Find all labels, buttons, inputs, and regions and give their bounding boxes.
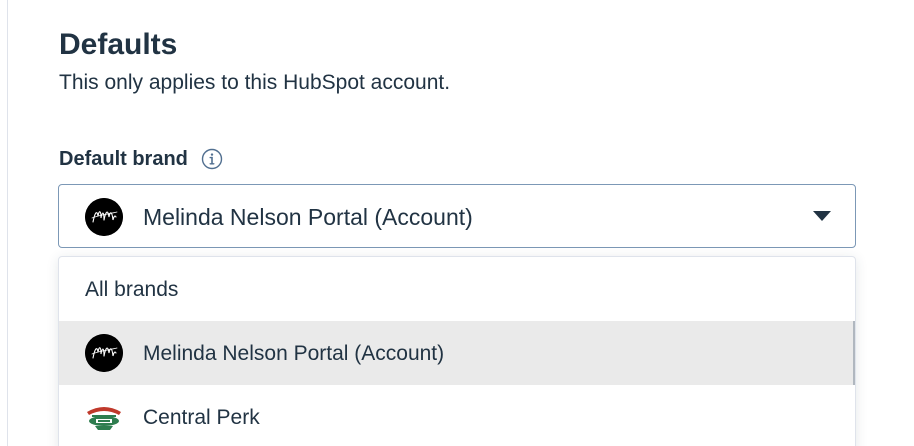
left-divider (7, 0, 8, 446)
selected-brand-value: Melinda Nelson Portal (Account) (143, 204, 473, 230)
default-brand-select[interactable]: Melinda Nelson Portal (Account) (58, 184, 856, 248)
option-all-brands[interactable]: All brands (59, 257, 855, 321)
option-label: All brands (85, 278, 179, 301)
option-label: Melinda Nelson Portal (Account) (143, 342, 445, 365)
default-brand-label: Default brand (59, 147, 188, 170)
section-description: This only applies to this HubSpot accoun… (59, 71, 451, 94)
default-brand-label-row: Default brand (59, 145, 223, 173)
section-title: Defaults (59, 28, 178, 61)
caret-down-icon[interactable] (813, 211, 831, 221)
brand-dropdown-menu: All brands Melinda Nelson Portal (Accoun… (58, 256, 856, 446)
central-perk-logo-icon (83, 400, 125, 434)
option-central-perk[interactable]: Central Perk (59, 385, 855, 446)
info-icon[interactable] (201, 148, 223, 170)
option-label: Central Perk (143, 406, 260, 429)
mn-avatar-icon (85, 198, 123, 236)
option-melinda-nelson-portal[interactable]: Melinda Nelson Portal (Account) (59, 321, 855, 385)
settings-page: Defaults This only applies to this HubSp… (0, 0, 914, 446)
dropdown-scrollbar[interactable] (853, 321, 855, 385)
mn-avatar-icon (85, 334, 123, 372)
